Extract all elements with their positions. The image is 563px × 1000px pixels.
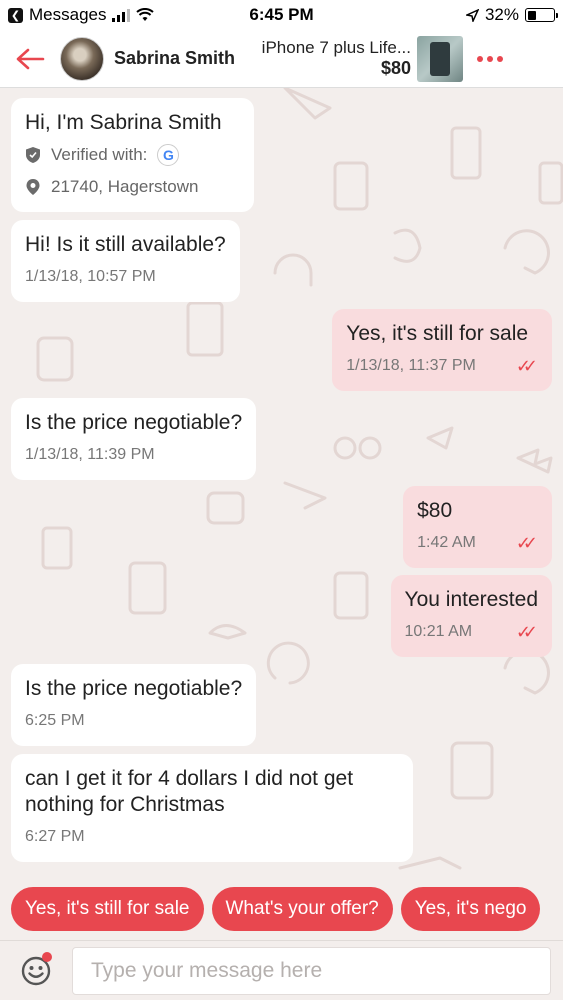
read-receipt-icon: ✓✓: [515, 533, 538, 553]
message-incoming[interactable]: can I get it for 4 dollars I did not get…: [11, 754, 413, 862]
wifi-icon: [136, 8, 155, 21]
message-meta: 1/13/18, 11:37 PM ✓✓: [346, 353, 538, 379]
message-timestamp: 1:42 AM: [417, 534, 476, 551]
message-incoming[interactable]: Is the price negotiable? 1/13/18, 11:39 …: [11, 398, 257, 480]
signal-icon: [112, 8, 131, 22]
verified-label: Verified with:: [51, 145, 148, 164]
message-outgoing[interactable]: You interested 10:21 AM ✓✓: [390, 575, 552, 657]
back-button[interactable]: [0, 30, 60, 87]
phone-case-image: [430, 41, 450, 76]
chat-thread[interactable]: Hi, I'm Sabrina Smith Verified with: G 2…: [0, 88, 563, 880]
listing-thumbnail[interactable]: [417, 35, 463, 82]
battery-percent: 32%: [484, 5, 519, 24]
status-bar: ❮ Messages 6:45 PM 32%: [0, 0, 563, 30]
message-text: $80: [417, 499, 453, 522]
location-pin-icon: [26, 179, 40, 195]
verified-line: Verified with: G: [25, 142, 240, 168]
location-text: 21740, Hagerstown: [51, 177, 199, 196]
google-icon: G: [157, 144, 180, 166]
battery-icon: [525, 8, 558, 22]
message-incoming[interactable]: Hi! Is it still available? 1/13/18, 10:5…: [11, 220, 240, 302]
message-outgoing[interactable]: $80 1:42 AM ✓✓: [403, 486, 552, 568]
quick-reply-whats-your-offer[interactable]: What's your offer?: [211, 887, 393, 931]
message-text: Is the price negotiable?: [25, 677, 243, 700]
message-text: Yes, it's still for sale: [346, 322, 529, 345]
message-timestamp: 10:21 AM: [404, 623, 473, 640]
arrow-left-icon: [16, 48, 45, 69]
profile-greeting: Hi, I'm Sabrina Smith: [25, 111, 222, 134]
message-text: You interested: [404, 588, 539, 611]
message-text: Is the price negotiable?: [25, 411, 243, 434]
contact-avatar[interactable]: [60, 36, 104, 81]
status-left: ❮ Messages: [8, 5, 155, 25]
shield-icon: [26, 147, 40, 163]
quick-replies: Yes, it's still for sale What's your off…: [0, 880, 563, 938]
profile-card[interactable]: Hi, I'm Sabrina Smith Verified with: G 2…: [11, 98, 254, 212]
listing-title: iPhone 7 plus Life...: [261, 38, 411, 57]
location-arrow-icon: [465, 8, 479, 22]
emoji-button[interactable]: [0, 951, 72, 986]
back-to-app-icon[interactable]: ❮: [8, 7, 23, 23]
message-timestamp: 6:25 PM: [25, 712, 85, 729]
message-composer: [0, 940, 563, 1000]
status-right: 32%: [465, 5, 558, 25]
message-text: can I get it for 4 dollars I did not get…: [25, 767, 354, 816]
message-timestamp: 1/13/18, 11:39 PM: [25, 446, 155, 463]
chat-header: Sabrina Smith iPhone 7 plus Life... $80: [0, 30, 563, 88]
location-line: 21740, Hagerstown: [25, 174, 240, 200]
message-timestamp: 1/13/18, 10:57 PM: [25, 268, 156, 285]
message-meta: 1:42 AM ✓✓: [417, 530, 538, 556]
message-timestamp: 6:27 PM: [25, 828, 85, 845]
notification-dot: [42, 951, 52, 962]
listing-price: $80: [380, 58, 411, 78]
quick-reply-still-for-sale[interactable]: Yes, it's still for sale: [11, 887, 204, 931]
message-text: Hi! Is it still available?: [25, 233, 226, 256]
message-input[interactable]: [72, 946, 551, 995]
read-receipt-icon: ✓✓: [515, 356, 538, 376]
quick-reply-negotiable[interactable]: Yes, it's nego: [400, 887, 541, 931]
message-outgoing[interactable]: Yes, it's still for sale 1/13/18, 11:37 …: [332, 309, 552, 391]
battery-level: [527, 10, 536, 20]
contact-name[interactable]: Sabrina Smith: [114, 48, 239, 69]
message-incoming[interactable]: Is the price negotiable? 6:25 PM: [11, 664, 257, 746]
message-timestamp: 1/13/18, 11:37 PM: [346, 357, 476, 374]
back-to-app-label[interactable]: Messages: [29, 5, 106, 25]
listing-info[interactable]: iPhone 7 plus Life... $80: [251, 38, 411, 79]
message-meta: 10:21 AM ✓✓: [405, 619, 539, 645]
more-options-icon[interactable]: [477, 55, 503, 62]
read-receipt-icon: ✓✓: [515, 622, 538, 642]
